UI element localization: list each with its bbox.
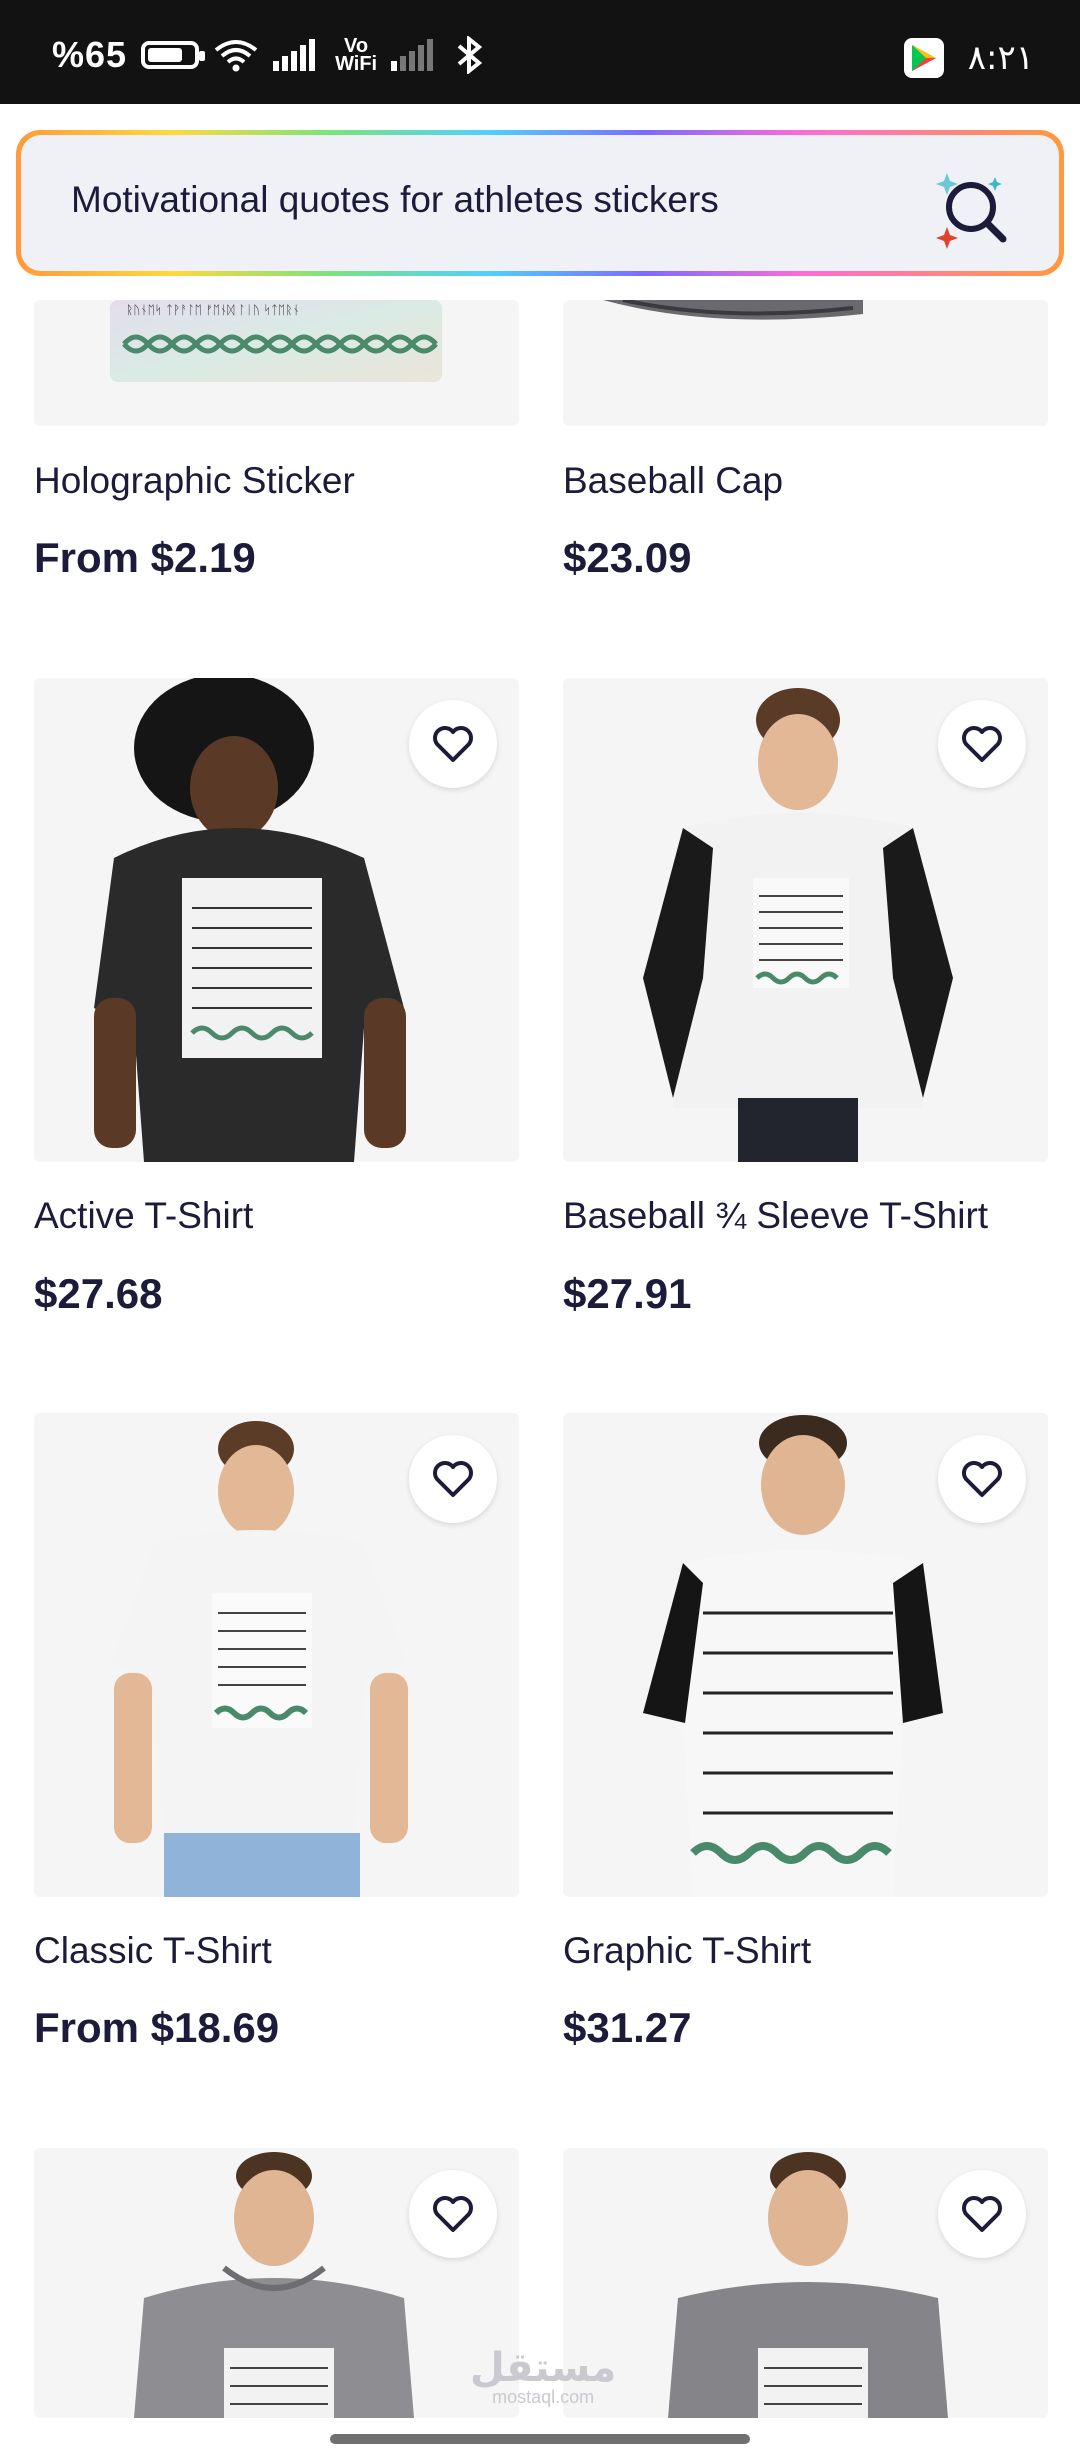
search-input[interactable]: Motivational quotes for athletes sticker… bbox=[21, 135, 1059, 271]
product-image[interactable] bbox=[563, 678, 1048, 1162]
status-right: ٨:٢١ bbox=[903, 38, 1034, 78]
svg-text:ᚱᚢᚾᛖᛋ ᛏᚹᚨᛚᛖ ᚠᛖᚾᛞ ᛚᛁᚢ ᛋᛏᛖᚱᚾ: ᚱᚢᚾᛖᛋ ᛏᚹᚨᛚᛖ ᚠᛖᚾᛞ ᛚᛁᚢ ᛋᛏᛖᚱᚾ bbox=[126, 303, 300, 317]
favorite-button[interactable] bbox=[938, 700, 1026, 788]
product-image[interactable]: ᚱᚢᚾᛖᛋ ᛏᚹᚨᛚᛖ ᚠᛖᚾᛞ ᛚᛁᚢ ᛋᛏᛖᚱᚾ bbox=[34, 300, 519, 426]
heart-icon bbox=[962, 2196, 1002, 2232]
product-title[interactable]: Baseball Cap bbox=[563, 460, 783, 502]
product-price: From $2.19 bbox=[34, 534, 256, 581]
favorite-button[interactable] bbox=[409, 2170, 497, 2258]
battery-percent: %65 bbox=[52, 34, 128, 75]
favorite-button[interactable] bbox=[938, 2170, 1026, 2258]
watermark-arabic: مستقل bbox=[470, 2345, 617, 2391]
clock: ٨:٢١ bbox=[967, 38, 1034, 78]
product-price: $27.68 bbox=[34, 1270, 163, 1317]
product-image[interactable] bbox=[563, 1413, 1048, 1897]
vowifi-line2: WiFi bbox=[335, 53, 378, 75]
favorite-button[interactable] bbox=[409, 700, 497, 788]
play-store-icon bbox=[903, 38, 944, 78]
product-title[interactable]: Holographic Sticker bbox=[34, 460, 355, 502]
favorite-button[interactable] bbox=[409, 1435, 497, 1523]
product-title[interactable]: Baseball ¾ Sleeve T-Shirt bbox=[563, 1195, 988, 1237]
heart-icon bbox=[433, 726, 473, 762]
product-title[interactable]: Active T-Shirt bbox=[34, 1195, 253, 1237]
product-price: $27.91 bbox=[563, 1270, 692, 1317]
wifi-icon bbox=[214, 40, 258, 72]
home-indicator[interactable] bbox=[330, 2434, 750, 2444]
status-bar: %65 Vo WiFi ٨:٢١ bbox=[0, 0, 1080, 104]
product-image[interactable] bbox=[563, 2148, 1048, 2418]
product-image[interactable] bbox=[34, 1413, 519, 1897]
heart-icon bbox=[962, 1461, 1002, 1497]
search-bar[interactable]: Motivational quotes for athletes sticker… bbox=[16, 130, 1064, 276]
sparkle-search-icon[interactable] bbox=[935, 163, 1015, 253]
product-price: $23.09 bbox=[563, 534, 692, 581]
heart-icon bbox=[962, 726, 1002, 762]
status-left: %65 Vo WiFi bbox=[52, 34, 487, 76]
favorite-button[interactable] bbox=[938, 1435, 1026, 1523]
watermark-logo: مستقل mostaql.com bbox=[470, 2345, 616, 2408]
battery-icon bbox=[141, 41, 206, 69]
product-price: $31.27 bbox=[563, 2004, 692, 2051]
sticker-preview: ᚱᚢᚾᛖᛋ ᛏᚹᚨᛚᛖ ᚠᛖᚾᛞ ᛚᛁᚢ ᛋᛏᛖᚱᚾ bbox=[110, 300, 442, 382]
product-title[interactable]: Graphic T-Shirt bbox=[563, 1930, 811, 1972]
cap-preview bbox=[603, 300, 863, 320]
product-price: From $18.69 bbox=[34, 2004, 280, 2051]
product-image[interactable] bbox=[563, 300, 1048, 426]
signal-weak-icon bbox=[391, 39, 434, 71]
vowifi-indicator: Vo WiFi bbox=[335, 36, 378, 75]
product-title[interactable]: Classic T-Shirt bbox=[34, 1930, 272, 1972]
search-query: Motivational quotes for athletes sticker… bbox=[71, 179, 719, 220]
signal-icon bbox=[273, 39, 316, 71]
bluetooth-icon bbox=[457, 36, 483, 74]
product-image[interactable] bbox=[34, 2148, 519, 2418]
product-image[interactable] bbox=[34, 678, 519, 1162]
heart-icon bbox=[433, 1461, 473, 1497]
heart-icon bbox=[433, 2196, 473, 2232]
